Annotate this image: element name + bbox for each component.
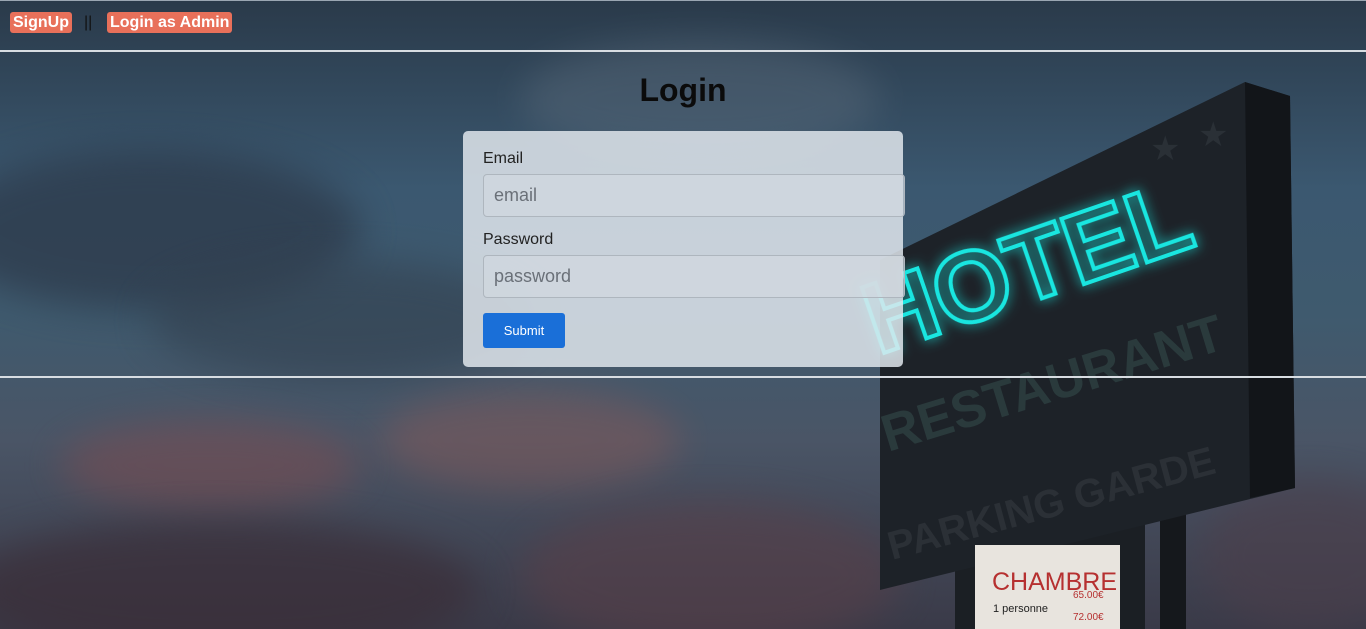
page-title: Login	[639, 72, 727, 108]
signup-link[interactable]: SignUp	[10, 12, 72, 33]
submit-button[interactable]: Submit	[483, 313, 565, 348]
top-navbar: SignUp || Login as Admin	[0, 0, 1366, 52]
password-field[interactable]: password	[483, 255, 905, 298]
email-field[interactable]: email	[483, 174, 905, 217]
star-icon: ★	[1198, 116, 1228, 154]
login-as-admin-link[interactable]: Login as Admin	[107, 12, 233, 33]
section-divider	[0, 376, 1366, 378]
sign-price-label: 1 personne	[993, 603, 1048, 615]
sign-price-2: 72.00€	[1073, 612, 1104, 623]
password-label: Password	[483, 231, 554, 248]
star-icon: ★	[1150, 130, 1180, 168]
nav-separator: ||	[84, 14, 93, 31]
login-form: Email email Password password Submit	[463, 131, 905, 367]
email-label: Email	[483, 150, 524, 167]
sign-price-1: 65.00€	[1073, 590, 1104, 601]
